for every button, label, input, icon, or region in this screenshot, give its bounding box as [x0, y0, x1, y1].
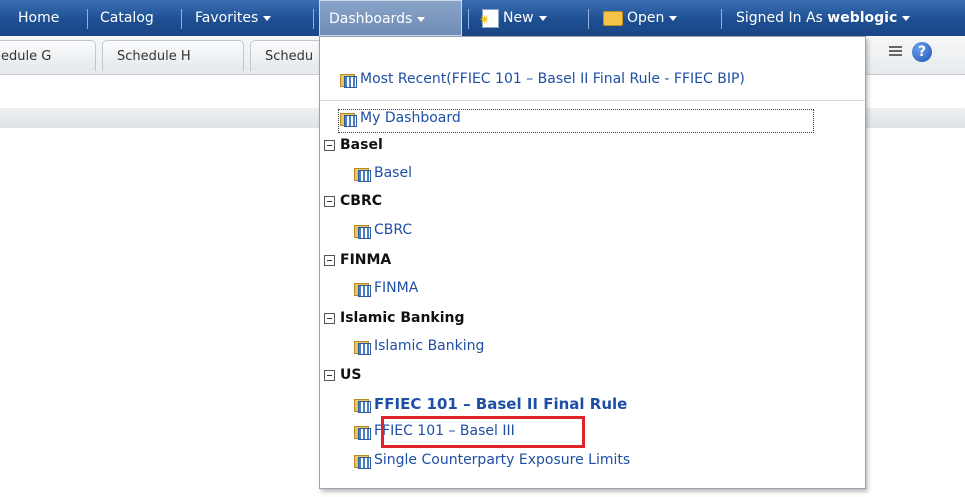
- nav-separator: [721, 9, 722, 29]
- group-header-finma[interactable]: FINMA: [324, 252, 391, 268]
- nav-separator: [588, 9, 589, 29]
- dashboard-item-islamic-banking[interactable]: Islamic Banking: [354, 338, 485, 355]
- group-label: CBRC: [340, 193, 382, 209]
- dashboard-icon: [340, 111, 357, 127]
- global-header: Home Catalog Favorites Dashboards New Op…: [0, 0, 965, 39]
- nav-separator: [313, 9, 314, 29]
- signed-in-label: Signed In As: [736, 10, 823, 26]
- favorites-label: Favorites: [195, 10, 259, 26]
- most-recent-label: Most Recent(FFIEC 101 – Basel II Final R…: [360, 71, 745, 87]
- chevron-down-icon: [263, 15, 272, 21]
- folder-icon: [603, 10, 623, 26]
- most-recent-item[interactable]: Most Recent(FFIEC 101 – Basel II Final R…: [340, 71, 745, 88]
- dashboard-icon: [354, 397, 371, 413]
- my-dashboard-item[interactable]: My Dashboard: [340, 110, 461, 127]
- new-label: New: [503, 10, 534, 26]
- dashboard-icon: [354, 453, 371, 469]
- catalog-link[interactable]: Catalog: [100, 0, 154, 36]
- open-label: Open: [627, 10, 665, 26]
- dashboard-item-single-counterparty[interactable]: Single Counterparty Exposure Limits: [354, 452, 631, 469]
- selection-highlight-box: [381, 416, 585, 448]
- dashboard-item-cbrc[interactable]: CBRC: [354, 222, 413, 239]
- dashboard-item-basel[interactable]: Basel: [354, 165, 412, 182]
- dashboard-label: FINMA: [374, 280, 419, 296]
- my-dashboard-label: My Dashboard: [360, 110, 461, 126]
- group-label: FINMA: [340, 252, 392, 268]
- help-icon[interactable]: ?: [912, 42, 932, 62]
- group-label: Basel: [340, 137, 383, 153]
- open-menu[interactable]: Open: [603, 0, 678, 36]
- dashboards-menu[interactable]: Dashboards: [319, 0, 462, 36]
- dashboard-label: Basel: [374, 165, 412, 181]
- dashboard-label: Islamic Banking: [374, 338, 485, 354]
- chevron-down-icon: [417, 16, 426, 22]
- dashboard-item-finma[interactable]: FINMA: [354, 280, 419, 297]
- favorites-menu[interactable]: Favorites: [195, 0, 272, 36]
- dashboard-label: CBRC: [374, 222, 413, 238]
- dashboard-icon: [354, 223, 371, 239]
- group-label: Islamic Banking: [340, 310, 465, 326]
- nav-separator: [87, 9, 88, 29]
- collapse-icon: [324, 312, 335, 324]
- chevron-down-icon: [902, 15, 911, 21]
- group-header-cbrc[interactable]: CBRC: [324, 193, 382, 209]
- username: weblogic: [827, 10, 898, 26]
- collapse-icon: [324, 369, 335, 381]
- tab-schedule-h[interactable]: Schedule H: [102, 40, 244, 71]
- dashboard-icon: [340, 72, 357, 88]
- dashboards-dropdown: Most Recent(FFIEC 101 – Basel II Final R…: [319, 36, 866, 489]
- tab-schedule-g[interactable]: edule G: [0, 40, 96, 71]
- dashboard-label: Single Counterparty Exposure Limits: [374, 452, 631, 468]
- dashboard-icon: [354, 339, 371, 355]
- chevron-down-icon: [538, 15, 547, 21]
- group-label: US: [340, 367, 362, 383]
- group-header-us[interactable]: US: [324, 367, 361, 383]
- menu-divider: [320, 100, 865, 101]
- home-link[interactable]: Home: [18, 0, 59, 36]
- nav-separator: [468, 9, 469, 29]
- chevron-down-icon: [669, 15, 678, 21]
- new-document-icon: [479, 3, 499, 39]
- collapse-icon: [324, 254, 335, 266]
- group-header-islamic-banking[interactable]: Islamic Banking: [324, 310, 465, 326]
- dashboard-icon: [354, 166, 371, 182]
- dashboard-icon: [354, 281, 371, 297]
- dashboard-item-ffiec-101-basel-ii[interactable]: FFIEC 101 – Basel II Final Rule: [354, 395, 627, 413]
- collapse-icon: [324, 195, 335, 207]
- user-menu[interactable]: Signed In As weblogic: [736, 0, 911, 36]
- tab-schedule-next[interactable]: Schedu: [250, 40, 330, 71]
- dashboards-label: Dashboards: [329, 11, 413, 27]
- new-menu[interactable]: New: [479, 0, 547, 39]
- dashboard-icon: [354, 424, 371, 440]
- group-header-basel[interactable]: Basel: [324, 137, 383, 153]
- nav-separator: [181, 9, 182, 29]
- collapse-icon: [324, 139, 335, 151]
- page-options-icon[interactable]: [889, 44, 905, 60]
- dashboard-label: FFIEC 101 – Basel II Final Rule: [374, 395, 628, 413]
